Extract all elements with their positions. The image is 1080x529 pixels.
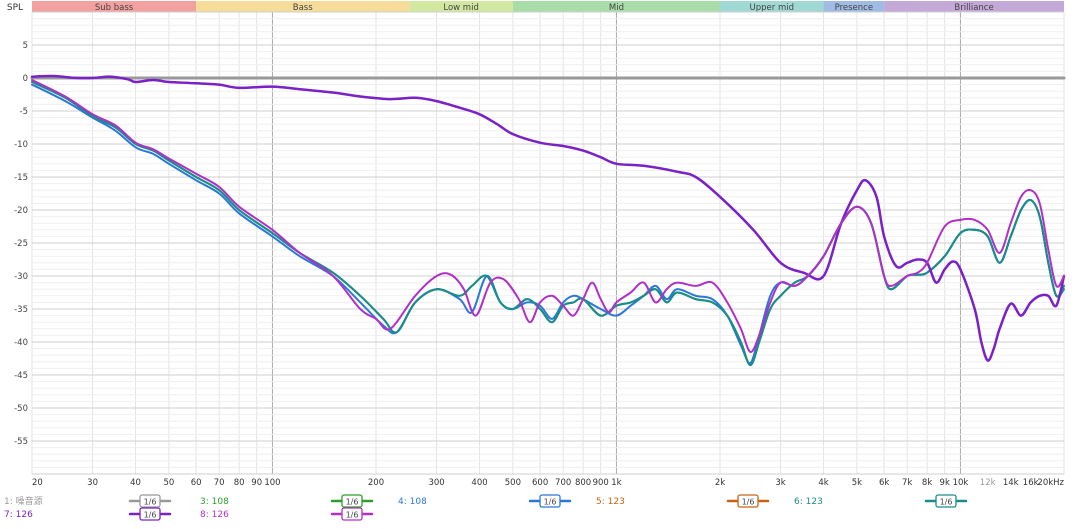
x-tick-label: 1k bbox=[611, 478, 621, 488]
y-tick-label: -30 bbox=[14, 272, 28, 282]
smoothing-label: 1/6 bbox=[544, 498, 557, 507]
x-tick-label: 12k bbox=[980, 478, 996, 488]
x-tick-label: 14k bbox=[1003, 478, 1019, 488]
x-tick-label: 70 bbox=[214, 478, 225, 488]
y-tick-label: -50 bbox=[14, 404, 28, 414]
x-tick-label: 50 bbox=[163, 478, 174, 488]
x-tick-label: 300 bbox=[428, 478, 444, 488]
legend-label: 7: 126 bbox=[4, 510, 33, 520]
x-tick-label: 500 bbox=[505, 478, 521, 488]
x-tick-label: 2k bbox=[715, 478, 725, 488]
legend-label: 1: 噪音源 bbox=[4, 495, 43, 507]
smoothing-label: 1/6 bbox=[144, 498, 157, 507]
legend-label: 4: 108 bbox=[398, 497, 427, 507]
x-tick-label: 16k bbox=[1023, 478, 1039, 488]
smoothing-label: 1/6 bbox=[940, 498, 953, 507]
chart-canvas: Sub bass Bass Low mid Mid Upper mid Presence B… bbox=[4, 1, 1066, 521]
legend-item[interactable]: 3: 108 1/6 bbox=[200, 494, 374, 508]
x-tick-label: 8k bbox=[922, 478, 932, 488]
x-tick-label: 30 bbox=[87, 478, 98, 488]
y-tick-label: -40 bbox=[14, 338, 28, 348]
legend-label: 8: 126 bbox=[200, 510, 229, 520]
legend-label: 3: 108 bbox=[200, 497, 229, 507]
grid-lines bbox=[31, 11, 1065, 475]
y-tick-label: -45 bbox=[14, 371, 28, 381]
x-axis: 20 30 40 50 60 70 80 90 100 200 300 400 500 600 700 800… bbox=[32, 478, 1065, 488]
x-tick-label: 20 bbox=[32, 478, 43, 488]
y-tick-label: -20 bbox=[14, 206, 28, 216]
legend-label: 6: 123 bbox=[794, 497, 823, 507]
y-axis-label: SPL bbox=[7, 3, 23, 13]
smoothing-label: 1/6 bbox=[742, 498, 755, 507]
y-tick-label: -55 bbox=[14, 437, 28, 447]
y-tick-label: 5 bbox=[23, 41, 28, 51]
smoothing-label: 1/6 bbox=[346, 498, 359, 507]
x-tick-label: 80 bbox=[234, 478, 245, 488]
x-tick-label: 200 bbox=[368, 478, 384, 488]
y-tick-label: -25 bbox=[14, 239, 28, 249]
smoothing-label: 1/6 bbox=[144, 511, 157, 520]
y-tick-label: -15 bbox=[14, 173, 28, 183]
x-tick-label: 900 bbox=[593, 478, 609, 488]
frequency-response-chart: Sub bass Bass Low mid Mid Upper mid Presence B… bbox=[0, 0, 1080, 525]
y-tick-label: -5 bbox=[20, 107, 28, 117]
x-tick-label: 100 bbox=[264, 478, 280, 488]
x-tick-label: 6k bbox=[879, 478, 889, 488]
x-tick-label: 400 bbox=[471, 478, 487, 488]
x-tick-label: 700 bbox=[555, 478, 571, 488]
x-tick-label: 5k bbox=[852, 478, 862, 488]
legend-item[interactable]: 7: 126 1/6 bbox=[4, 507, 172, 521]
x-tick-label: 800 bbox=[575, 478, 591, 488]
x-tick-label: 20kHz bbox=[1037, 478, 1064, 488]
x-tick-label: 90 bbox=[251, 478, 262, 488]
x-tick-label: 7k bbox=[902, 478, 912, 488]
legend-label: 5: 123 bbox=[596, 497, 625, 507]
x-tick-label: 3k bbox=[775, 478, 785, 488]
x-tick-label: 10k bbox=[953, 478, 969, 488]
frequency-bands: Sub bass Bass Low mid Mid Upper mid Presence B… bbox=[32, 1, 1064, 13]
legend-item[interactable]: 4: 108 1/6 bbox=[398, 494, 572, 508]
x-tick-label: 40 bbox=[130, 478, 141, 488]
x-tick-label: 60 bbox=[191, 478, 202, 488]
y-tick-label: 0 bbox=[23, 74, 28, 84]
legend-item[interactable]: 5: 123 1/6 bbox=[596, 494, 770, 508]
legend[interactable]: 1: 噪音源 1/6 3: 108 1/6 4: 108 1/6 5: 123 1/6 6: 1… bbox=[4, 494, 968, 521]
y-tick-label: -35 bbox=[14, 305, 28, 315]
smoothing-label: 1/6 bbox=[346, 511, 359, 520]
x-tick-label: 9k bbox=[940, 478, 950, 488]
y-axis: SPL 5 0 -5 -10 -15 -20 -25 -30 -35 -40 -45 -50 -55 bbox=[7, 3, 28, 447]
x-tick-label: 4k bbox=[818, 478, 828, 488]
legend-item[interactable]: 6: 123 1/6 bbox=[794, 494, 968, 508]
legend-item[interactable]: 1: 噪音源 1/6 bbox=[4, 494, 172, 508]
legend-item[interactable]: 8: 126 1/6 bbox=[200, 507, 374, 521]
x-tick-label: 600 bbox=[532, 478, 548, 488]
y-tick-label: -10 bbox=[14, 140, 28, 150]
